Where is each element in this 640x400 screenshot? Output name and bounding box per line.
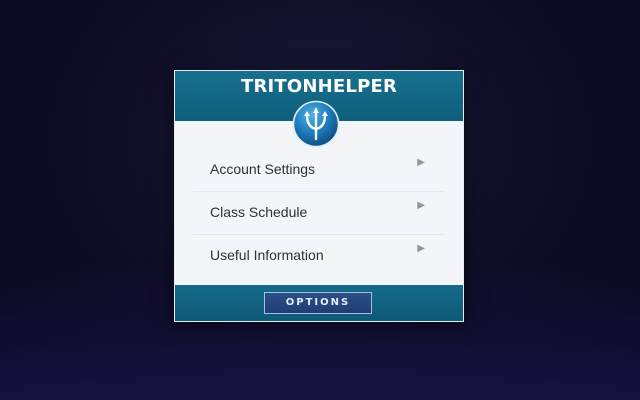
trident-icon xyxy=(292,100,340,148)
menu-item-account-settings[interactable]: Account Settings ▶ xyxy=(193,149,445,192)
chevron-right-icon: ▶ xyxy=(417,243,425,254)
popup-panel: TRITONHELPER Account Settings ▶ Class Sc… xyxy=(174,70,464,322)
menu-list: Account Settings ▶ Class Schedule ▶ Usef… xyxy=(175,149,463,277)
chevron-right-icon: ▶ xyxy=(417,157,425,168)
app-title: TRITONHELPER xyxy=(240,76,398,97)
menu-item-label: Class Schedule xyxy=(210,204,308,220)
menu-item-label: Useful Information xyxy=(210,247,324,263)
options-button[interactable]: OPTIONS xyxy=(264,292,372,314)
chevron-right-icon: ▶ xyxy=(417,200,425,211)
menu-item-class-schedule[interactable]: Class Schedule ▶ xyxy=(193,192,445,235)
panel-footer: OPTIONS xyxy=(175,285,463,321)
menu-item-useful-information[interactable]: Useful Information ▶ xyxy=(193,235,445,277)
menu-item-label: Account Settings xyxy=(210,161,316,177)
